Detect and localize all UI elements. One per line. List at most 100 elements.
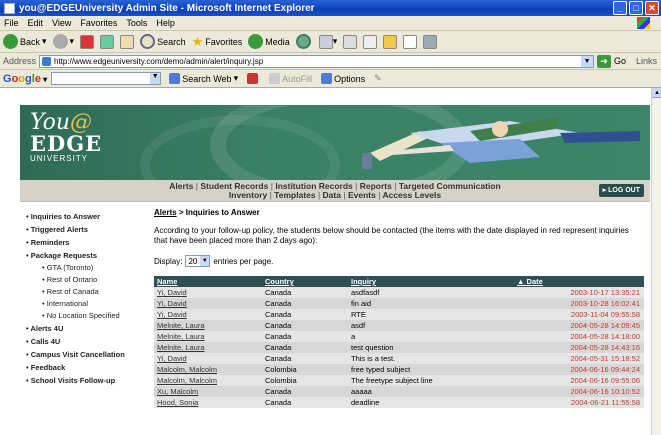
- media-button[interactable]: Media: [248, 34, 290, 49]
- stop-button[interactable]: [80, 34, 95, 49]
- folder-button[interactable]: [383, 34, 398, 49]
- row-name-link[interactable]: Hood, Sonia: [154, 397, 262, 408]
- close-button[interactable]: ✕: [645, 1, 659, 15]
- row-name-link[interactable]: Yi, David: [154, 309, 262, 320]
- sidebar-item-international[interactable]: • International: [26, 298, 146, 310]
- edit-button[interactable]: [363, 34, 378, 49]
- pagerank-button[interactable]: [247, 73, 260, 84]
- favorites-button[interactable]: ★ Favorites: [192, 34, 243, 50]
- nav-access-levels[interactable]: Access Levels: [382, 190, 441, 200]
- refresh-button[interactable]: [100, 34, 115, 49]
- maximize-button[interactable]: □: [629, 1, 643, 15]
- row-date: 2003-10-17 13:35:21: [514, 287, 644, 298]
- col-inquiry[interactable]: Inquiry: [348, 276, 514, 287]
- logout-button[interactable]: ▸ LOG OUT: [598, 184, 644, 197]
- sidebar-item-alerts-4u[interactable]: • Alerts 4U: [26, 322, 146, 335]
- sidebar-item-reminders[interactable]: • Reminders: [26, 236, 146, 249]
- sidebar-item-school-visits[interactable]: • School Visits Follow-up: [26, 374, 146, 387]
- autofill-button[interactable]: AutoFill: [269, 73, 312, 84]
- mail-icon: [318, 34, 333, 49]
- sidebar: • Inquiries to Answer • Triggered Alerts…: [26, 210, 146, 387]
- row-inquiry: This is a test.: [348, 353, 514, 364]
- print-button[interactable]: [343, 34, 358, 49]
- history-button[interactable]: [295, 34, 313, 49]
- table-row: Melnite, Laura Canada a 2004-05-28 14:18:00: [154, 331, 644, 342]
- autofill-icon: [269, 73, 281, 84]
- nav-templates[interactable]: Templates: [274, 190, 315, 200]
- sidebar-item-no-location[interactable]: • No Location Specified: [26, 310, 146, 322]
- col-name[interactable]: Name: [154, 276, 262, 287]
- superhero-illustration: [362, 117, 640, 169]
- sidebar-item-rest-of-ontario[interactable]: • Rest of Ontario: [26, 274, 146, 286]
- menu-help[interactable]: Help: [156, 18, 175, 28]
- search-web-button[interactable]: Search Web ▾: [169, 73, 238, 84]
- ie-icon: [4, 2, 15, 14]
- row-country: Canada: [262, 386, 348, 397]
- search-button[interactable]: Search: [140, 34, 186, 49]
- row-name-link[interactable]: Malcolm, Malcolm: [154, 375, 262, 386]
- row-country: Canada: [262, 320, 348, 331]
- row-country: Canada: [262, 298, 348, 309]
- row-inquiry: asdfasdf: [348, 287, 514, 298]
- menu-tools[interactable]: Tools: [126, 18, 147, 28]
- row-country: Colombia: [262, 375, 348, 386]
- sidebar-item-rest-of-canada[interactable]: • Rest of Canada: [26, 286, 146, 298]
- minimize-button[interactable]: _: [613, 1, 627, 15]
- home-button[interactable]: [120, 34, 135, 49]
- menu-edit[interactable]: Edit: [28, 18, 44, 28]
- menu-file[interactable]: File: [4, 18, 19, 28]
- nav-alerts[interactable]: Alerts: [169, 181, 193, 191]
- menu-view[interactable]: View: [52, 18, 71, 28]
- google-search-input[interactable]: ▼: [51, 72, 162, 85]
- display-control: Display: 20 ▼ entries per page.: [154, 255, 274, 267]
- tool-button[interactable]: [423, 34, 438, 49]
- forward-button[interactable]: ▾: [52, 34, 74, 49]
- sidebar-item-inquiries[interactable]: • Inquiries to Answer: [26, 210, 146, 223]
- row-name-link[interactable]: Melnite, Laura: [154, 320, 262, 331]
- window-titlebar: you@EDGEUniversity Admin Site - Microsof…: [0, 0, 661, 16]
- row-name-link[interactable]: Yi, David: [154, 353, 262, 364]
- scroll-up-icon[interactable]: ▲: [652, 88, 661, 98]
- address-bar: Address http://www.edgeuniversity.com/de…: [0, 53, 661, 70]
- row-name-link[interactable]: Xu, Malcolm: [154, 386, 262, 397]
- row-name-link[interactable]: Yi, David: [154, 298, 262, 309]
- address-dropdown-icon[interactable]: ▼: [581, 55, 594, 67]
- back-button[interactable]: Back ▾: [3, 34, 47, 49]
- sidebar-item-triggered-alerts[interactable]: • Triggered Alerts: [26, 223, 146, 236]
- page-content: You@ EDGE UNIVERSITY Alerts | Student Re…: [0, 88, 651, 435]
- entries-per-page-select[interactable]: 20 ▼: [185, 255, 211, 267]
- stop-icon: [80, 34, 95, 49]
- row-inquiry: deadline: [348, 397, 514, 408]
- table-row: Hood, Sonia Canada deadline 2004-06-21 11:5…: [154, 397, 644, 408]
- row-name-link[interactable]: Yi, David: [154, 287, 262, 298]
- mail-button[interactable]: ▾: [318, 34, 337, 49]
- sidebar-item-package-requests[interactable]: • Package Requests: [26, 249, 146, 262]
- go-button[interactable]: ➔ Go: [597, 54, 626, 68]
- sidebar-item-campus-visit-cancellation[interactable]: • Campus Visit Cancellation: [26, 348, 146, 361]
- sidebar-item-feedback[interactable]: • Feedback: [26, 361, 146, 374]
- sidebar-item-calls-4u[interactable]: • Calls 4U: [26, 335, 146, 348]
- breadcrumb: Alerts > Inquiries to Answer: [154, 208, 260, 217]
- messenger-button[interactable]: [403, 34, 418, 49]
- address-label: Address: [3, 56, 37, 66]
- col-date[interactable]: ▲ Date: [514, 276, 644, 287]
- nav-events[interactable]: Events: [348, 190, 376, 200]
- nav-data[interactable]: Data: [323, 190, 341, 200]
- sidebar-item-gta[interactable]: • GTA (Toronto): [26, 262, 146, 274]
- vertical-scrollbar[interactable]: ▲: [651, 88, 661, 435]
- options-icon: [321, 73, 333, 84]
- breadcrumb-alerts-link[interactable]: Alerts: [154, 208, 177, 217]
- row-date: 2004-06-16 09:44:24: [514, 364, 644, 375]
- menu-favorites[interactable]: Favorites: [80, 18, 117, 28]
- row-name-link[interactable]: Melnite, Laura: [154, 331, 262, 342]
- col-country[interactable]: Country: [262, 276, 348, 287]
- highlight-button[interactable]: ✎: [374, 73, 382, 84]
- edge-university-logo[interactable]: You@ EDGE UNIVERSITY: [30, 112, 102, 164]
- options-button[interactable]: Options: [321, 73, 365, 84]
- row-name-link[interactable]: Malcolm, Malcolm: [154, 364, 262, 375]
- row-name-link[interactable]: Melnite, Laura: [154, 342, 262, 353]
- google-search-dropdown-icon[interactable]: ▼: [150, 73, 161, 84]
- nav-inventory[interactable]: Inventory: [229, 190, 267, 200]
- links-button[interactable]: Links: [636, 56, 657, 66]
- address-input[interactable]: http://www.edgeuniversity.com/demo/admin…: [39, 54, 595, 68]
